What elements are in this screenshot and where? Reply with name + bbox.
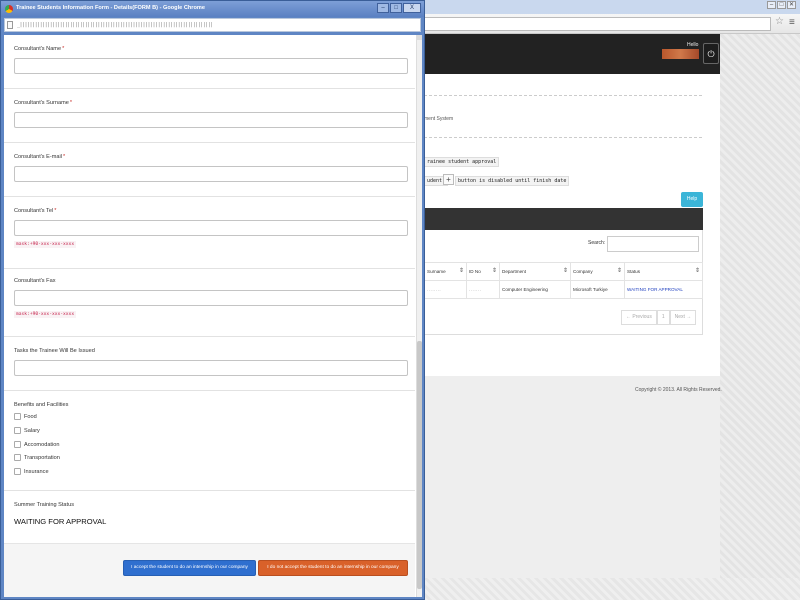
tasks-label: Tasks the Trainee Will Be Issued (14, 348, 95, 354)
divider (424, 95, 702, 96)
checkbox-icon[interactable] (14, 441, 21, 448)
power-logout-icon[interactable]: ⏻ (703, 43, 719, 64)
footer-pattern (424, 578, 800, 600)
benefits-label: Benefits and Facilities (14, 402, 69, 408)
consultant-email-section: Consultant's E-mail* (4, 143, 415, 197)
sort-icon: ⇕ (491, 268, 497, 274)
tel-mask-hint: mask:+90-xxx-xxx-xxxx (14, 241, 77, 248)
next-page-button[interactable]: Next → (669, 310, 697, 325)
panel-header (424, 208, 703, 230)
popup-close-button[interactable]: X (403, 3, 421, 13)
benefits-section: Benefits and Facilities Food Salary Acco… (4, 391, 415, 491)
popup-window: Trainee Students Information Form - Deta… (0, 0, 425, 600)
consultant-fax-input[interactable] (14, 290, 408, 306)
consultant-tel-input[interactable] (14, 220, 408, 236)
consultant-email-label: Consultant's E-mail* (14, 154, 66, 160)
checkbox-icon[interactable] (14, 454, 21, 461)
bookmark-star-icon[interactable]: ☆ (775, 16, 784, 27)
divider (424, 137, 702, 138)
maximize-button[interactable]: □ (777, 1, 786, 9)
chrome-menu-icon[interactable]: ≡ (789, 17, 795, 28)
cell-id: ....... (466, 280, 500, 299)
checkbox-icon[interactable] (14, 468, 21, 475)
status-label: Summer Training Status (14, 502, 75, 508)
consultant-tel-label: Consultant's Tel* (14, 208, 57, 214)
chrome-icon (5, 5, 13, 13)
sort-icon: ⇕ (458, 268, 464, 274)
sort-icon: ⇕ (616, 268, 622, 274)
checkbox-icon[interactable] (14, 427, 21, 434)
benefit-insurance-checkbox[interactable]: Insurance (14, 468, 49, 475)
cell-surname: ........ (424, 280, 467, 299)
tasks-input[interactable] (14, 360, 408, 376)
consultant-surname-label: Consultant's Surname* (14, 100, 73, 106)
popup-maximize-button[interactable]: □ (390, 3, 402, 13)
consultant-name-input[interactable] (14, 58, 408, 74)
help-button[interactable]: Help (681, 192, 703, 207)
popup-url-bar[interactable]: _|||||||||||||||||||||||||||||||||||||||… (4, 18, 421, 32)
minimize-button[interactable]: – (767, 1, 776, 9)
consultant-fax-section: Consultant's Fax mask:+90-xxx-xxx-xxxx (4, 269, 415, 337)
cell-status-link[interactable]: WAITING FOR APPROVAL (624, 280, 703, 299)
user-name-redacted (662, 49, 699, 59)
fax-mask-hint: mask:+90-xxx-xxx-xxxx (14, 311, 77, 318)
checkbox-icon[interactable] (14, 413, 21, 420)
hello-text: Hello (687, 42, 699, 48)
popup-window-controls: – □ X (377, 3, 421, 13)
pagination: ← Previous 1 Next → (621, 310, 697, 325)
column-header-department[interactable]: Department ⇕ (499, 262, 571, 281)
consultant-surname-section: Consultant's Surname* (4, 89, 415, 143)
column-header-status[interactable]: Status ⇕ (624, 262, 703, 281)
status-value: WAITING FOR APPROVAL (14, 517, 107, 526)
students-table: Surname ⇕ ID No ⇕ Department ⇕ Company ⇕ Sta… (424, 262, 703, 299)
search-label: Search: (588, 240, 606, 246)
benefit-accomodation-checkbox[interactable]: Accomodation (14, 441, 59, 448)
vertical-scrollbar[interactable] (416, 35, 422, 597)
column-header-surname[interactable]: Surname ⇕ (424, 262, 467, 281)
consultant-fax-label: Consultant's Fax (14, 278, 56, 284)
consultant-tel-section: Consultant's Tel* mask:+90-xxx-xxx-xxxx (4, 197, 415, 269)
sort-icon: ⇕ (562, 268, 568, 274)
consultant-name-section: Consultant's Name* (4, 35, 415, 89)
popup-title: Trainee Students Information Form - Deta… (16, 5, 205, 11)
form-viewport: Consultant's Name* Consultant's Surname*… (4, 35, 422, 597)
close-button[interactable]: ✕ (787, 1, 796, 9)
search-input[interactable] (607, 236, 699, 252)
reject-student-button[interactable]: I do not accept the student to do an int… (258, 560, 408, 576)
plus-icon: + (443, 174, 454, 185)
consultant-name-label: Consultant's Name* (14, 46, 65, 52)
copyright-text: Copyright © 2013. All Rights Reserved. (635, 387, 722, 393)
benefit-transportation-checkbox[interactable]: Transportation (14, 454, 60, 461)
consultant-email-input[interactable] (14, 166, 408, 182)
column-header-id[interactable]: ID No ⇕ (466, 262, 500, 281)
scroll-up-arrow[interactable] (417, 35, 422, 40)
column-header-company[interactable]: Company ⇕ (570, 262, 625, 281)
tasks-section: Tasks the Trainee Will Be Issued (4, 337, 415, 391)
popup-minimize-button[interactable]: – (377, 3, 389, 13)
table-row: ........ ....... Computer Engineering Mi… (424, 280, 703, 299)
footer-area (424, 376, 720, 600)
background-pattern (720, 34, 800, 600)
sort-icon: ⇕ (694, 268, 700, 274)
popup-titlebar[interactable]: Trainee Students Information Form - Deta… (1, 1, 424, 17)
previous-page-button[interactable]: ← Previous (621, 310, 657, 325)
page-1-button[interactable]: 1 (656, 310, 670, 325)
popup-url: _|||||||||||||||||||||||||||||||||||||||… (17, 22, 213, 28)
background-window-controls: – □ ✕ (767, 1, 796, 9)
scroll-thumb[interactable] (417, 341, 422, 589)
benefit-food-checkbox[interactable]: Food (14, 413, 37, 420)
page-icon (7, 21, 13, 29)
address-bar[interactable] (424, 17, 771, 31)
benefit-salary-checkbox[interactable]: Salary (14, 427, 40, 434)
consultant-surname-input[interactable] (14, 112, 408, 128)
form-actions: I accept the student to do an internship… (4, 543, 415, 597)
cell-department: Computer Engineering (499, 280, 571, 299)
approval-note: rainee student approval (424, 157, 500, 167)
disabled-note: button is disabled until finish date (455, 176, 570, 186)
cell-company: Microsoft Turkiye (570, 280, 625, 299)
system-title: ment System (424, 116, 454, 122)
accept-student-button[interactable]: I accept the student to do an internship… (123, 560, 256, 576)
